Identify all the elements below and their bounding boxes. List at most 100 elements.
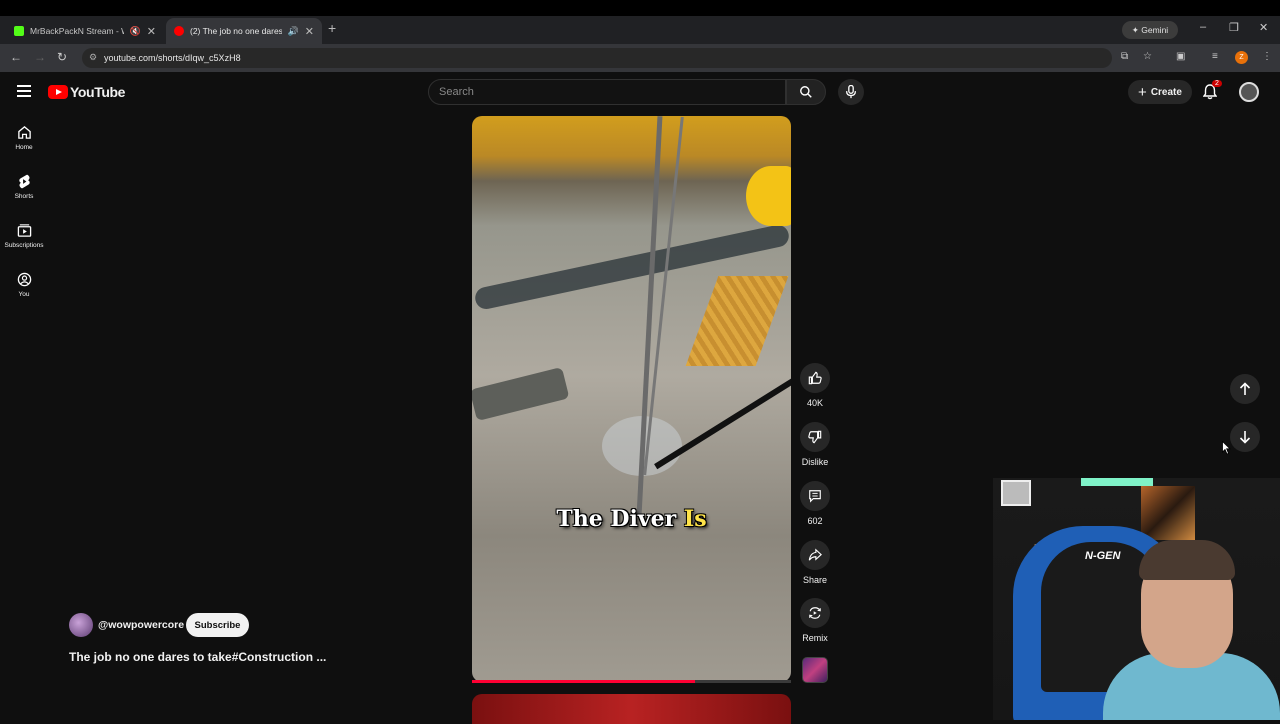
- extensions-icon[interactable]: ▣: [1176, 51, 1185, 62]
- tab-audio-icon[interactable]: 🔊: [288, 26, 299, 37]
- gemini-button[interactable]: ✦ Gemini: [1122, 21, 1178, 39]
- search-input[interactable]: Search: [428, 79, 786, 105]
- browser-tab-bar: MrBackPackN Stream - Wat 🔇 ✕ (2) The job…: [0, 16, 1280, 44]
- create-label: Create: [1150, 86, 1182, 98]
- minimize-icon[interactable]: –: [1200, 21, 1206, 33]
- tab-close-icon[interactable]: ✕: [147, 25, 156, 38]
- url-text: youtube.com/shorts/dIqw_c5XzH8: [104, 53, 241, 63]
- sidebar-item-label: Shorts: [14, 193, 34, 200]
- sound-thumbnail[interactable]: [802, 657, 828, 683]
- chair-brand-text: N-GEN: [1085, 550, 1121, 562]
- reload-icon[interactable]: ↻: [57, 50, 67, 64]
- video-scene-worker-helmet: [746, 166, 791, 226]
- tab-title: (2) The job no one dares to: [190, 26, 282, 36]
- sidebar-item-label: Home: [15, 144, 33, 151]
- tab-title: MrBackPackN Stream - Wat: [30, 26, 124, 36]
- subscribe-label: Subscribe: [194, 619, 241, 631]
- browser-menu-icon[interactable]: ⋮: [1262, 51, 1272, 62]
- top-strip: [0, 0, 1280, 16]
- forward-icon[interactable]: →: [34, 50, 46, 64]
- browser-profile-avatar[interactable]: Z: [1235, 51, 1248, 64]
- bookmark-star-icon[interactable]: ☆: [1143, 51, 1152, 62]
- gemini-label: Gemini: [1141, 25, 1169, 35]
- youtube-favicon-icon: [174, 26, 184, 36]
- window-close-icon[interactable]: ✕: [1259, 21, 1268, 34]
- webcam-tiger-poster: [1141, 486, 1195, 540]
- sidebar-item-subscriptions[interactable]: Subscriptions: [0, 223, 48, 249]
- search-placeholder: Search: [439, 86, 474, 98]
- webcam-streamer-hair: [1139, 540, 1235, 580]
- address-bar[interactable]: ⚙ youtube.com/shorts/dIqw_c5XzH8: [82, 48, 1112, 68]
- video-scene-pipe: [472, 366, 570, 422]
- microphone-icon: [845, 85, 857, 99]
- shorts-video-player[interactable]: The Diver Is: [472, 116, 791, 682]
- youtube-play-icon: [48, 85, 68, 99]
- logo-text: YouTube: [70, 84, 126, 100]
- search-button[interactable]: [786, 79, 826, 105]
- new-tab-icon[interactable]: +: [328, 20, 336, 36]
- caption-highlight: Is: [683, 506, 707, 532]
- hamburger-menu-icon[interactable]: [17, 85, 31, 97]
- thumbs-down-icon: [808, 430, 822, 444]
- back-icon[interactable]: ←: [10, 50, 22, 64]
- next-short-button[interactable]: [1230, 422, 1260, 452]
- webcam-wall-frame: [1001, 480, 1031, 506]
- subscribe-button[interactable]: Subscribe: [186, 613, 249, 637]
- sidebar-item-shorts[interactable]: Shorts: [0, 174, 48, 200]
- share-label: Share: [802, 575, 828, 585]
- dislike-button[interactable]: Dislike: [797, 422, 833, 467]
- share-icon: [808, 548, 822, 561]
- video-scene-grate: [685, 276, 789, 366]
- webcam-shelf-light: [1081, 478, 1153, 486]
- comments-button[interactable]: 602: [797, 481, 833, 526]
- arrow-up-icon: [1239, 382, 1251, 395]
- restore-icon[interactable]: ❐: [1229, 21, 1239, 34]
- you-icon: [17, 272, 31, 287]
- tab-muted-icon[interactable]: 🔇: [130, 26, 141, 37]
- site-info-icon[interactable]: ⚙: [89, 52, 97, 63]
- profile-initial: Z: [1239, 54, 1244, 61]
- browser-tab-stream[interactable]: MrBackPackN Stream - Wat 🔇 ✕: [6, 18, 164, 44]
- voice-search-button[interactable]: [838, 79, 864, 105]
- previous-short-button[interactable]: [1230, 374, 1260, 404]
- remix-icon: [809, 607, 821, 619]
- sidebar-item-label: Subscriptions: [4, 242, 44, 249]
- kick-favicon-icon: [14, 26, 24, 36]
- notification-badge: 2: [1212, 80, 1222, 87]
- subscriptions-icon: [17, 224, 31, 237]
- tab-close-icon[interactable]: ✕: [305, 25, 314, 38]
- plus-icon: +: [1138, 83, 1147, 101]
- caption-text: The Diver: [556, 506, 684, 532]
- like-button[interactable]: 40K: [797, 363, 833, 408]
- dislike-label: Dislike: [801, 457, 829, 467]
- notifications-button[interactable]: 2: [1202, 80, 1222, 105]
- channel-avatar[interactable]: [69, 613, 93, 637]
- like-count: 40K: [806, 398, 823, 408]
- account-avatar[interactable]: [1239, 82, 1259, 102]
- arrow-down-icon: [1239, 431, 1251, 444]
- create-button[interactable]: + Create: [1128, 80, 1192, 104]
- thumbs-up-icon: [808, 371, 822, 385]
- video-caption: The Diver Is: [472, 506, 791, 532]
- video-scene-line: [654, 368, 791, 470]
- video-title[interactable]: The job no one dares to take#Constructio…: [69, 650, 326, 664]
- streamer-webcam: N-GEN: [993, 478, 1280, 720]
- sidebar-item-label: You: [18, 291, 30, 298]
- mouse-cursor-icon: [1222, 441, 1231, 455]
- comment-icon: [809, 490, 821, 503]
- remix-label: Remix: [802, 633, 828, 643]
- sidebar-item-home[interactable]: Home: [0, 125, 48, 151]
- share-button[interactable]: Share: [797, 540, 833, 585]
- search-icon: [800, 86, 812, 98]
- sidebar-item-you[interactable]: You: [0, 272, 48, 298]
- media-controls-icon[interactable]: ≡: [1212, 51, 1218, 62]
- youtube-logo[interactable]: YouTube: [48, 84, 125, 100]
- install-app-icon[interactable]: ⧉: [1121, 51, 1128, 62]
- home-icon: [17, 126, 31, 139]
- comment-count: 602: [807, 516, 823, 526]
- remix-button[interactable]: Remix: [797, 598, 833, 643]
- video-progress-fill: [472, 680, 695, 683]
- channel-name[interactable]: @wowpowercore: [98, 619, 184, 631]
- browser-tab-youtube[interactable]: (2) The job no one dares to 🔊 ✕: [166, 18, 322, 44]
- shorts-icon: [18, 174, 30, 189]
